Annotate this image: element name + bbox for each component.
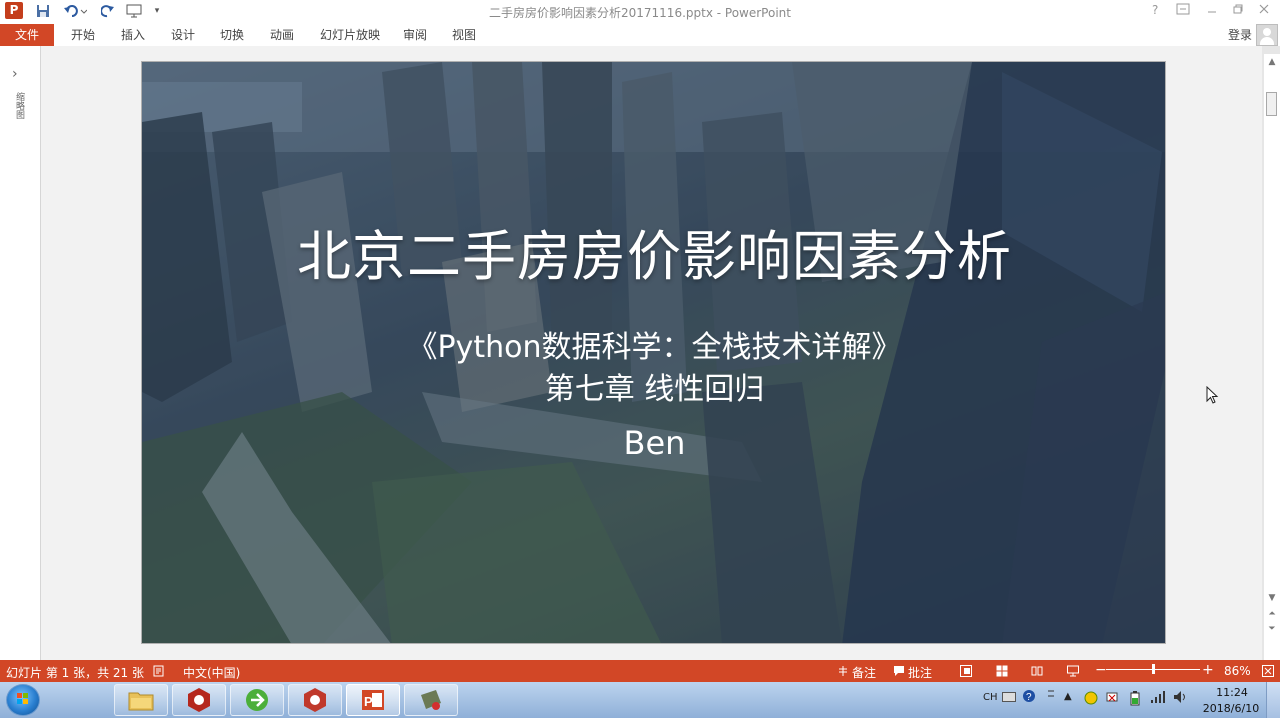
svg-text:?: ?	[1026, 692, 1032, 703]
slide-sorter-view-icon[interactable]	[996, 665, 1008, 677]
tab-slideshow[interactable]: 幻灯片放映	[320, 26, 380, 44]
keyboard-icon[interactable]	[1002, 691, 1016, 703]
reading-view-icon[interactable]	[1031, 665, 1043, 677]
taskbar-powerpoint[interactable]: P	[346, 684, 400, 716]
slide-counter[interactable]: 幻灯片 第 1 张，共 21 张	[6, 664, 144, 681]
scroll-up-icon[interactable]: ▲	[1266, 56, 1278, 68]
slideshow-view-icon[interactable]	[1067, 665, 1079, 677]
clock-time[interactable]: 11:24	[1210, 686, 1254, 699]
action-center-icon[interactable]	[1105, 691, 1119, 705]
taskbar-app-red-1[interactable]	[172, 684, 226, 716]
close-icon[interactable]	[1258, 3, 1270, 18]
battery-icon[interactable]	[1130, 690, 1140, 706]
scroll-down-icon[interactable]: ▼	[1266, 592, 1278, 604]
tab-design[interactable]: 设计	[171, 26, 195, 44]
thumbnail-pane-label[interactable]: 缩略图	[10, 92, 24, 119]
input-language-indicator[interactable]: CH	[983, 692, 998, 703]
slide-1[interactable]: 北京二手房房价影响因素分析 《Python数据科学：全栈技术详解》 第七章 线性…	[141, 61, 1166, 644]
powerpoint-logo-icon[interactable]: P	[5, 2, 23, 19]
restore-icon[interactable]	[1232, 3, 1244, 18]
security-tray-icon[interactable]	[1083, 691, 1099, 705]
next-slide-icon[interactable]: ⏷	[1266, 623, 1278, 635]
red-app-icon-2	[304, 688, 326, 712]
slide-subtitle-line2[interactable]: 第七章 线性回归	[142, 364, 1165, 408]
window-title: 二手房房价影响因素分析20171116.pptx - PowerPoint	[489, 6, 791, 20]
network-icon[interactable]	[1150, 690, 1166, 704]
vertical-scrollbar[interactable]	[1264, 54, 1280, 660]
avatar[interactable]	[1256, 24, 1278, 46]
spell-check-icon[interactable]	[153, 665, 165, 677]
clock-date[interactable]: 2018/6/10	[1198, 702, 1264, 715]
expand-thumbnails-icon[interactable]: ›	[12, 66, 18, 82]
notes-button[interactable]: 备注	[852, 664, 876, 681]
zoom-out-button[interactable]: −	[1095, 662, 1107, 678]
comments-icon[interactable]	[893, 665, 905, 677]
zoom-slider-thumb[interactable]	[1151, 664, 1155, 674]
tab-transitions[interactable]: 切换	[220, 26, 244, 44]
customize-toolbar-icon[interactable]: ▾	[150, 2, 164, 20]
taskbar-app-green[interactable]	[230, 684, 284, 716]
thumbnail-pane	[0, 46, 41, 660]
show-hidden-icons-button[interactable]: ▲	[1064, 691, 1072, 702]
zoom-in-button[interactable]: +	[1202, 662, 1214, 678]
redo-icon[interactable]	[98, 2, 118, 20]
notes-icon[interactable]	[837, 665, 849, 677]
title-bar: 二手房房价影响因素分析20171116.pptx - PowerPoint	[0, 0, 1280, 22]
start-button[interactable]	[6, 684, 40, 716]
zoom-level[interactable]: 86%	[1224, 664, 1251, 678]
help-button[interactable]: ?	[1152, 3, 1158, 17]
slide-subtitle-line1[interactable]: 《Python数据科学：全栈技术详解》	[142, 322, 1165, 366]
show-desktop-button[interactable]	[1266, 682, 1280, 718]
tab-review[interactable]: 审阅	[403, 26, 427, 44]
sign-in-link[interactable]: 登录	[1228, 26, 1252, 43]
misc-app-icon	[421, 690, 441, 710]
svg-text:P: P	[364, 694, 373, 709]
ime-options-icon[interactable]	[1046, 688, 1056, 704]
tab-insert[interactable]: 插入	[121, 26, 145, 44]
save-icon[interactable]	[34, 2, 52, 20]
language-indicator[interactable]: 中文(中国)	[183, 664, 240, 681]
undo-icon[interactable]	[60, 2, 90, 20]
slide-author[interactable]: Ben	[142, 424, 1165, 462]
taskbar-app-misc[interactable]	[404, 684, 458, 716]
taskbar-file-explorer[interactable]	[114, 684, 168, 716]
fit-slide-to-window-icon[interactable]	[1262, 665, 1274, 677]
tab-view[interactable]: 视图	[452, 26, 476, 44]
tab-file[interactable]: 文件	[0, 24, 54, 46]
minimize-icon[interactable]	[1206, 3, 1218, 18]
status-bar: 幻灯片 第 1 张，共 21 张 中文(中国) 备注 批注 − + 86%	[0, 660, 1280, 682]
red-app-icon	[188, 688, 210, 712]
previous-slide-icon[interactable]: ⏶	[1266, 608, 1278, 620]
start-from-beginning-icon[interactable]	[124, 2, 146, 20]
powerpoint-icon: P	[362, 690, 384, 710]
folder-icon	[128, 692, 154, 711]
ribbon-display-options-icon[interactable]	[1176, 3, 1190, 18]
help-tray-icon[interactable]: ?	[1022, 689, 1036, 703]
normal-view-icon[interactable]	[960, 665, 972, 677]
volume-icon[interactable]	[1173, 690, 1189, 704]
taskbar-app-red-2[interactable]	[288, 684, 342, 716]
tab-home[interactable]: 开始	[71, 26, 95, 44]
tab-animations[interactable]: 动画	[270, 26, 294, 44]
mouse-cursor-icon	[1206, 386, 1219, 404]
comments-button[interactable]: 批注	[908, 664, 932, 681]
green-app-icon	[246, 689, 268, 711]
slide-title[interactable]: 北京二手房房价影响因素分析	[142, 212, 1165, 291]
scrollbar-thumb[interactable]	[1266, 92, 1277, 116]
